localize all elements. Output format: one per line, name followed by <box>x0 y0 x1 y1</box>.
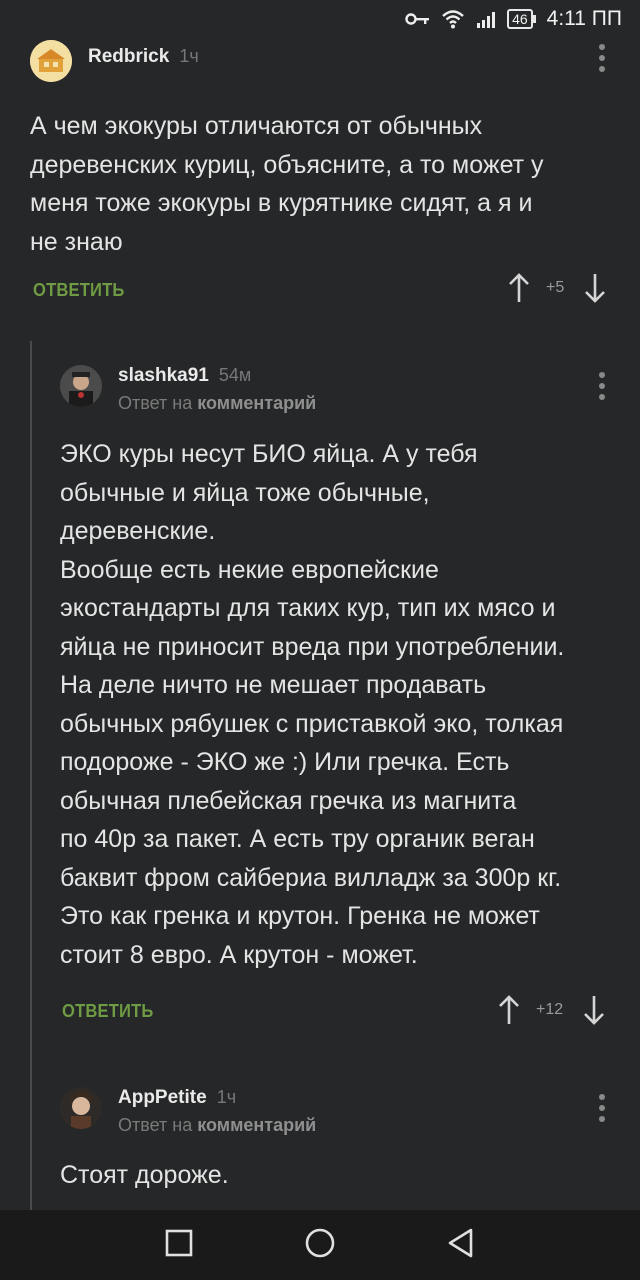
thread-line <box>30 341 32 1211</box>
wifi-icon <box>441 9 465 29</box>
reply-to-prefix: Ответ на <box>118 1115 193 1135</box>
more-options-icon[interactable] <box>598 1094 606 1122</box>
status-bar: 46 4:11 ПП <box>0 0 640 38</box>
author-name[interactable]: AppPetite <box>118 1087 207 1109</box>
author-name[interactable]: Redbrick <box>88 46 169 68</box>
network-type-label: 46 <box>512 11 528 27</box>
comment-header: slashka91 54м Ответ на комментарий <box>60 365 316 414</box>
vote-score: +12 <box>536 1001 564 1018</box>
avatar[interactable] <box>60 1087 102 1129</box>
comment-text: ЭКО куры несут БИО яйца. А у тебя обычны… <box>60 440 565 969</box>
more-options-icon[interactable] <box>598 44 606 72</box>
upvote-icon[interactable] <box>508 272 530 304</box>
vote-score: +5 <box>546 279 565 296</box>
recent-apps-icon[interactable] <box>165 1229 193 1262</box>
comment-header: Redbrick 1ч <box>30 40 199 82</box>
reply-to-line: Ответ на комментарий <box>118 393 316 414</box>
comment-text: А чем экокуры отличаются от обычных дере… <box>30 112 544 256</box>
more-options-icon[interactable] <box>598 372 606 400</box>
avatar[interactable] <box>60 365 102 407</box>
vote-controls: +5 <box>508 272 606 304</box>
reply-to-line: Ответ на комментарий <box>118 1115 316 1136</box>
battery-icon: 46 <box>507 9 536 29</box>
navigation-bar <box>0 1210 640 1280</box>
comment-text: Стоят дороже. <box>60 1161 229 1189</box>
comment-header: AppPetite 1ч Ответ на комментарий <box>60 1087 316 1136</box>
reply-to-prefix: Ответ на <box>118 393 193 413</box>
comment-time: 1ч <box>179 46 199 66</box>
status-time: 4:11 ПП <box>546 7 622 30</box>
reply-to-link[interactable]: комментарий <box>197 393 316 413</box>
home-icon[interactable] <box>304 1227 336 1264</box>
downvote-icon[interactable] <box>584 272 606 304</box>
reply-button[interactable]: ОТВЕТИТЬ <box>62 1001 154 1022</box>
vote-controls: +12 <box>498 994 605 1026</box>
screen: 46 4:11 ПП Redbrick 1ч А чем экокуры отл… <box>0 0 640 1280</box>
back-icon[interactable] <box>447 1228 475 1263</box>
author-name[interactable]: slashka91 <box>118 365 209 387</box>
reply-to-link[interactable]: комментарий <box>197 1115 316 1135</box>
avatar[interactable] <box>30 40 72 82</box>
signal-icon <box>475 10 497 28</box>
comment-time: 54м <box>218 365 252 385</box>
downvote-icon[interactable] <box>583 994 605 1026</box>
key-icon <box>405 11 431 27</box>
comment-time: 1ч <box>216 1087 237 1107</box>
upvote-icon[interactable] <box>498 994 520 1026</box>
reply-button[interactable]: ОТВЕТИТЬ <box>33 280 125 301</box>
